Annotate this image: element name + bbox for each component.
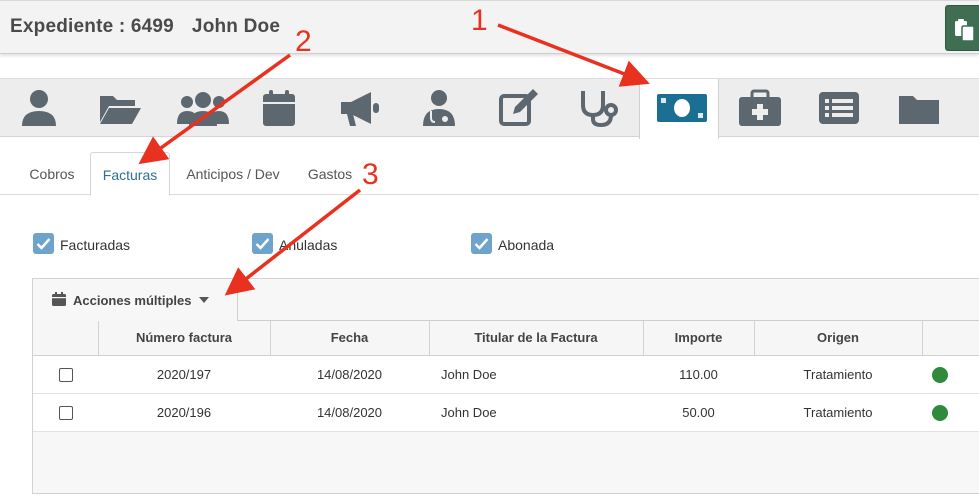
nav-edit[interactable]: [480, 79, 560, 138]
status-dot-icon: [932, 366, 948, 383]
column-header-fecha[interactable]: Fecha: [270, 321, 430, 356]
column-header-numero[interactable]: Número factura: [98, 321, 271, 356]
invoice-number: 2020/196: [98, 393, 270, 432]
edit-icon: [499, 89, 538, 126]
tab-anticipos-dev[interactable]: Anticipos / Dev: [176, 152, 290, 195]
medkit-icon: [739, 89, 781, 126]
users-icon: [177, 92, 229, 126]
calendar-icon: [263, 90, 295, 126]
caret-down-icon: [199, 297, 209, 303]
folder-open-icon: [100, 96, 141, 124]
facturadas-checkbox[interactable]: [33, 233, 54, 254]
invoice-amount: 50.00: [643, 393, 754, 432]
nav-user[interactable]: [0, 79, 80, 138]
invoice-date: 14/08/2020: [270, 355, 429, 394]
tab-facturas[interactable]: Facturas: [90, 152, 170, 196]
column-header-titular[interactable]: Titular de la Factura: [429, 321, 644, 356]
table-row[interactable]: 2020/196 14/08/2020 John Doe 50.00 Trata…: [33, 393, 979, 432]
nav-list[interactable]: [800, 79, 880, 138]
anuladas-label: Anuladas: [279, 237, 338, 253]
bulk-actions-dropdown[interactable]: Acciones múltiples: [33, 279, 238, 321]
tab-cobros[interactable]: Cobros: [14, 152, 90, 195]
status-dot-icon: [932, 404, 948, 421]
invoice-date: 14/08/2020: [270, 393, 429, 432]
check-icon: [36, 238, 51, 250]
facturadas-label: Facturadas: [60, 237, 131, 253]
page-title: Expediente : 6499 John Doe: [10, 16, 280, 38]
expediente-label: Expediente : 6499: [10, 16, 174, 37]
invoices-table: Número factura Fecha Titular de la Factu…: [33, 321, 979, 432]
column-header-origen[interactable]: Origen: [754, 321, 923, 356]
column-header-status: [922, 321, 979, 356]
panel-toolbar: Acciones múltiples: [33, 279, 979, 321]
clipboard-copy-icon: [955, 19, 975, 42]
invoice-number: 2020/197: [98, 355, 270, 394]
nav-billing[interactable]: [639, 79, 719, 139]
megaphone-icon: [341, 92, 379, 126]
doctor-icon: [423, 90, 455, 126]
nav-users[interactable]: [160, 79, 240, 138]
invoices-panel: Acciones múltiples Número factura Fecha …: [32, 278, 979, 494]
invoice-origin: Tratamiento: [754, 393, 922, 432]
clipboard-copy-button[interactable]: [945, 5, 979, 51]
annotation-number-1: 1: [471, 4, 488, 37]
invoice-amount: 110.00: [643, 355, 754, 394]
record-header: Expediente : 6499 John Doe: [0, 0, 979, 54]
nav-stethoscope[interactable]: [560, 79, 640, 138]
check-icon: [255, 238, 270, 250]
calendar-icon: [52, 292, 66, 306]
column-header-importe[interactable]: Importe: [643, 321, 755, 356]
invoice-origin: Tratamiento: [754, 355, 922, 394]
folder-icon: [899, 96, 939, 124]
annotation-number-3: 3: [362, 158, 379, 191]
annotation-number-2: 2: [295, 25, 312, 58]
row-checkbox[interactable]: [58, 405, 73, 420]
nav-megaphone[interactable]: [320, 79, 400, 138]
money-bill-icon: [657, 94, 707, 122]
patient-name: John Doe: [191, 16, 281, 37]
nav-doctor[interactable]: [400, 79, 480, 138]
table-row[interactable]: 2020/197 14/08/2020 John Doe 110.00 Trat…: [33, 355, 979, 394]
table-header-row: Número factura Fecha Titular de la Factu…: [33, 321, 979, 356]
abonada-label: Abonada: [498, 237, 555, 253]
user-icon: [22, 90, 56, 126]
nav-folder[interactable]: [880, 79, 960, 138]
section-icon-bar: [0, 78, 979, 139]
tab-gastos[interactable]: Gastos: [298, 152, 362, 195]
anuladas-checkbox[interactable]: [252, 233, 273, 254]
invoice-holder: John Doe: [429, 355, 643, 394]
billing-tabs: Cobros Facturas Anticipos / Dev Gastos: [0, 152, 979, 196]
abonada-checkbox[interactable]: [471, 233, 492, 254]
nav-calendar[interactable]: [240, 79, 320, 138]
stethoscope-icon: [581, 91, 618, 128]
invoice-holder: John Doe: [429, 393, 643, 432]
column-header-select: [33, 321, 99, 356]
nav-medkit[interactable]: [720, 79, 800, 138]
nav-folder-open[interactable]: [80, 79, 160, 138]
bulk-actions-label: Acciones múltiples: [73, 293, 192, 308]
list-icon: [819, 92, 859, 124]
check-icon: [474, 238, 489, 250]
row-checkbox[interactable]: [58, 367, 73, 382]
